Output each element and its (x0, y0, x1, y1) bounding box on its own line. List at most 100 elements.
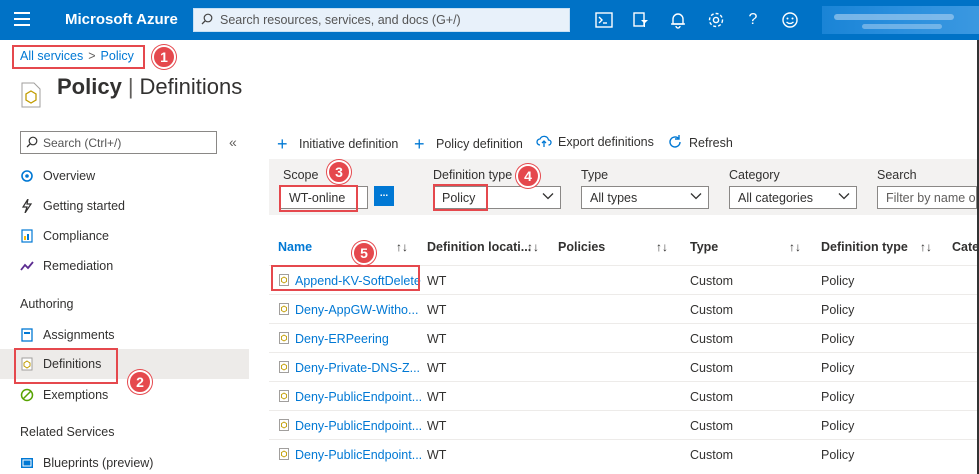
sidebar-item-label: Blueprints (preview) (43, 456, 154, 470)
table-row[interactable]: Deny-AppGW-Witho... WT Custom Policy (269, 294, 979, 323)
definition-type: Policy (821, 419, 855, 433)
sort-icon[interactable]: ↑↓ (656, 240, 668, 254)
filter-search-input[interactable]: Filter by name or (877, 186, 977, 209)
definition-type-label: Definition type (433, 168, 513, 182)
sidebar-item-label: Getting started (43, 199, 125, 213)
definition-kind: Custom (690, 303, 734, 317)
policy-icon (21, 82, 41, 108)
lightning-icon (21, 199, 33, 213)
definition-type: Policy (821, 361, 855, 375)
definition-name-link[interactable]: Deny-AppGW-Witho... (295, 303, 418, 317)
definition-name-link[interactable]: Deny-ERPeering (295, 332, 389, 346)
search-icon (26, 136, 38, 148)
export-definitions-button[interactable]: Export definitions (536, 134, 654, 149)
scope-picker-button[interactable]: ... (374, 186, 394, 206)
table-row[interactable]: Deny-ERPeering WT Custom Policy (269, 323, 979, 352)
sort-icon[interactable]: ↑↓ (527, 240, 539, 254)
table-row[interactable]: Deny-PublicEndpoint... WT Custom Policy (269, 410, 979, 439)
callout-box-1 (12, 45, 145, 69)
definition-name-link[interactable]: Deny-PublicEndpoint... (295, 419, 422, 433)
chevron-down-icon (542, 193, 554, 200)
directory-filter-icon[interactable] (630, 9, 652, 31)
definition-location: WT (427, 448, 447, 462)
category-dropdown[interactable]: All categories (729, 186, 857, 209)
column-header-policies[interactable]: Policies (558, 240, 605, 254)
definition-location: WT (427, 274, 447, 288)
definition-location: WT (427, 332, 447, 346)
page-title-separator: | (127, 74, 134, 99)
policy-definition-icon (279, 332, 289, 344)
hamburger-menu-icon[interactable] (14, 12, 30, 26)
sidebar-item-remediation[interactable]: Remediation (0, 251, 249, 281)
definition-type: Policy (821, 390, 855, 404)
sidebar-item-assignments[interactable]: Assignments (0, 320, 249, 350)
overview-icon (21, 170, 33, 182)
sort-icon[interactable]: ↑↓ (920, 240, 932, 254)
callout-box-5 (271, 265, 420, 291)
callout-badge-5: 5 (352, 241, 376, 265)
global-search-placeholder: Search resources, services, and docs (G+… (220, 13, 461, 27)
chevron-down-icon (690, 193, 702, 200)
table-row[interactable]: Deny-PublicEndpoint... WT Custom Policy (269, 381, 979, 410)
new-policy-definition-button[interactable]: + Policy definition (414, 134, 523, 155)
definition-location: WT (427, 303, 447, 317)
sidebar-item-exemptions[interactable]: Exemptions (0, 380, 249, 410)
definition-name-link[interactable]: Deny-PublicEndpoint... (295, 448, 422, 462)
compliance-icon (21, 229, 33, 243)
sidebar-item-label: Compliance (43, 229, 110, 243)
callout-badge-4: 4 (516, 164, 540, 188)
type-dropdown[interactable]: All types (581, 186, 709, 209)
sidebar-item-blueprints[interactable]: Blueprints (preview) (0, 448, 249, 474)
category-label: Category (729, 168, 780, 182)
sidebar-item-compliance[interactable]: Compliance (0, 221, 249, 251)
column-header-definition-location[interactable]: Definition locati... (427, 240, 531, 254)
sort-icon[interactable]: ↑↓ (789, 240, 801, 254)
callout-box-4 (433, 184, 488, 211)
sidebar-search-input[interactable]: Search (Ctrl+/) (20, 131, 217, 154)
definition-name-link[interactable]: Deny-PublicEndpoint... (295, 390, 422, 404)
toolbar-label: Initiative definition (299, 137, 399, 151)
new-initiative-definition-button[interactable]: + Initiative definition (277, 134, 398, 155)
callout-box-2 (14, 348, 118, 384)
definition-location: WT (427, 361, 447, 375)
help-icon[interactable]: ? (742, 9, 764, 31)
sidebar-section-related: Related Services (20, 425, 115, 439)
policy-definition-icon (279, 390, 289, 402)
definition-location: WT (427, 419, 447, 433)
sidebar-item-overview[interactable]: Overview (0, 161, 249, 191)
sidebar-search-placeholder: Search (Ctrl+/) (43, 136, 122, 150)
policy-definition-icon (279, 419, 289, 431)
brand-title[interactable]: Microsoft Azure (65, 11, 178, 28)
table-row[interactable]: Deny-PublicEndpoint... WT Custom Policy (269, 439, 979, 468)
toolbar-label: Policy definition (436, 137, 523, 151)
definition-location: WT (427, 390, 447, 404)
page-title-bold: Policy (57, 74, 122, 99)
global-search-input[interactable]: Search resources, services, and docs (G+… (193, 8, 570, 32)
definition-kind: Custom (690, 390, 734, 404)
search-icon (201, 13, 213, 25)
export-cloud-icon (536, 135, 552, 147)
sort-icon[interactable]: ↑↓ (396, 240, 408, 254)
collapse-sidebar-icon[interactable]: « (229, 134, 237, 150)
feedback-icon[interactable] (779, 9, 801, 31)
refresh-button[interactable]: Refresh (667, 134, 733, 150)
plus-icon: + (277, 134, 288, 154)
settings-icon[interactable] (705, 9, 727, 31)
column-header-name[interactable]: Name (278, 240, 312, 254)
table-row[interactable]: Deny-Private-DNS-Z... WT Custom Policy (269, 352, 979, 381)
account-avatar[interactable] (822, 6, 979, 34)
page-title-sub: Definitions (139, 74, 243, 99)
blueprints-icon (21, 458, 33, 468)
definition-name-link[interactable]: Deny-Private-DNS-Z... (295, 361, 420, 375)
category-value: All categories (738, 191, 814, 205)
column-header-type[interactable]: Type (690, 240, 718, 254)
definition-type: Policy (821, 332, 855, 346)
cloud-shell-icon[interactable] (593, 9, 615, 31)
policy-definition-icon (279, 448, 289, 460)
sidebar-item-getting-started[interactable]: Getting started (0, 191, 249, 221)
scope-label: Scope (283, 168, 319, 182)
notifications-icon[interactable] (667, 9, 689, 31)
policy-definition-icon (279, 303, 289, 315)
column-header-category[interactable]: Cate (952, 240, 979, 254)
column-header-definition-type[interactable]: Definition type (821, 240, 908, 254)
